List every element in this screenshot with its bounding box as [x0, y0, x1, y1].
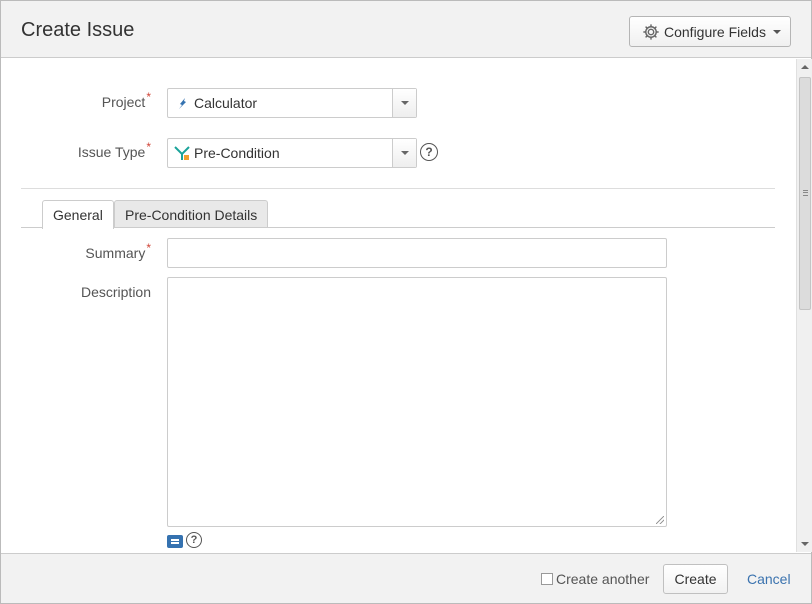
- create-another-label: Create another: [556, 571, 650, 587]
- chevron-down-icon: [772, 29, 781, 34]
- create-another-option[interactable]: Create another: [541, 571, 649, 587]
- scrollbar-thumb[interactable]: [799, 77, 811, 310]
- create-another-checkbox[interactable]: [541, 573, 553, 585]
- create-button[interactable]: Create: [663, 564, 728, 594]
- issue-type-label: Issue Type*: [77, 140, 151, 160]
- section-divider: [21, 188, 775, 189]
- configure-fields-button[interactable]: Configure Fields: [629, 16, 791, 47]
- text-format-icon[interactable]: [167, 535, 183, 548]
- required-marker: *: [146, 140, 151, 154]
- description-label: Description: [80, 284, 151, 300]
- rocket-icon: [179, 98, 186, 109]
- issue-type-value: Pre-Condition: [194, 145, 280, 161]
- dialog-footer: Create another Create Cancel: [1, 553, 811, 603]
- issue-type-dropdown-button[interactable]: [392, 139, 416, 167]
- project-dropdown-button[interactable]: [392, 89, 416, 117]
- project-label: Project*: [101, 90, 151, 110]
- vertical-scrollbar[interactable]: [796, 59, 812, 552]
- grip-icon: [803, 190, 808, 196]
- summary-label: Summary*: [85, 241, 151, 261]
- tab-pre-condition-details[interactable]: Pre-Condition Details: [114, 200, 269, 228]
- project-select[interactable]: Calculator: [167, 88, 417, 118]
- scroll-down-icon[interactable]: [801, 542, 809, 546]
- description-textarea[interactable]: [167, 277, 667, 527]
- chevron-down-icon: [400, 101, 409, 105]
- tabs-underline: [21, 227, 775, 228]
- precondition-icon: [174, 146, 190, 160]
- project-value: Calculator: [194, 95, 258, 111]
- configure-fields-label: Configure Fields: [664, 23, 766, 40]
- help-icon[interactable]: ?: [186, 532, 202, 548]
- scroll-up-icon[interactable]: [801, 65, 809, 69]
- issue-type-select[interactable]: Pre-Condition: [167, 138, 417, 168]
- resize-handle-icon[interactable]: [656, 516, 664, 524]
- summary-input[interactable]: [167, 238, 667, 268]
- cancel-link[interactable]: Cancel: [747, 571, 791, 587]
- dialog-header: Create Issue Configure Fields: [1, 1, 811, 58]
- required-marker: *: [146, 90, 151, 104]
- required-marker: *: [146, 241, 151, 255]
- dialog-content: Project* Calculator Issue Type* Pre-Cond…: [1, 59, 795, 552]
- chevron-down-icon: [400, 151, 409, 155]
- dialog-title: Create Issue: [21, 19, 135, 41]
- help-icon[interactable]: ?: [420, 143, 438, 161]
- gear-icon: [643, 23, 659, 40]
- create-issue-dialog: Create Issue Configure Fields Project* C…: [0, 0, 812, 604]
- tab-general[interactable]: General: [42, 200, 114, 229]
